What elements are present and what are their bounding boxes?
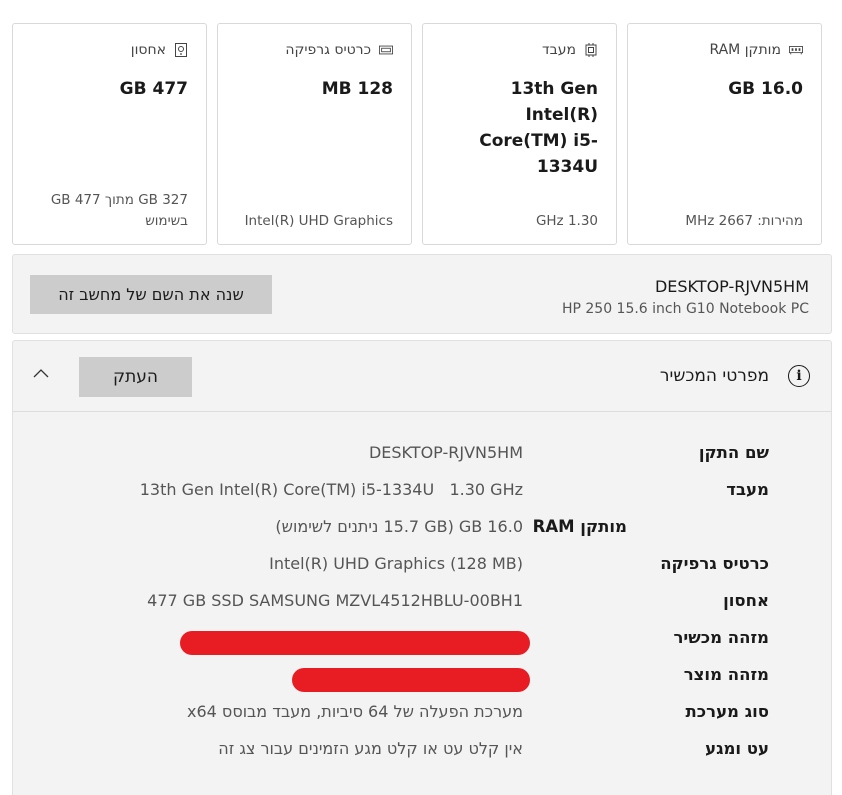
spec-row-processor: מעבד 13th Gen Intel(R) Core(TM) i5-1334U… [13,476,831,506]
card-subtext: 1.30 GHz [535,213,598,229]
device-name-panel: DESKTOP-RJVN5HM HP 250 15.6 inch G10 Not… [12,254,832,334]
ram-icon [789,43,803,57]
spec-label: מעבד [726,480,769,499]
spec-row-pen-touch: עט ומגע אין קלט עט או קלט מגע הזמינים עב… [13,735,831,765]
cpu-icon [584,43,598,57]
spec-value: 13th Gen Intel(R) Core(TM) i5-1334U 1.30… [139,480,523,499]
spec-label: מזהה מכשיר [673,628,769,647]
spec-value: 477 GB SSD SAMSUNG MZVL4512HBLU-00BH1 [147,591,523,610]
spec-label: אחסון [723,591,769,610]
spec-value: DESKTOP-RJVN5HM [368,443,523,462]
card-subtext: מהירות: 2667 MHz [685,213,803,229]
spec-row-ram: מותקן RAM 16.0 GB (15.7 GB ניתנים לשימוש… [13,513,831,543]
chevron-up-icon[interactable] [31,363,51,383]
storage-card: אחסון 477 GB 327 GB מתוך 477 GB בשימוש [12,23,207,245]
specs-header[interactable]: i מפרטי המכשיר העתק [13,341,831,412]
spec-value: Intel(R) UHD Graphics (128 MB) [269,554,523,573]
spec-value: 16.0 GB (15.7 GB ניתנים לשימוש) [275,517,523,536]
spec-label: סוג מערכת [685,702,769,721]
spec-row-storage: אחסון 477 GB SSD SAMSUNG MZVL4512HBLU-00… [13,587,831,617]
spec-label: מותקן RAM [532,517,627,536]
info-icon: i [788,365,810,387]
spec-label: שם התקן [698,443,769,462]
card-subtext: Intel(R) UHD Graphics [244,213,393,229]
device-specs-panel: i מפרטי המכשיר העתק שם התקן DESKTOP-RJVN… [12,340,832,795]
rename-pc-button[interactable]: שנה את השם של מחשב זה [30,275,272,314]
card-title: כרטיס גרפיקה [285,42,371,58]
card-title: מעבד [541,42,576,58]
redaction-mark [292,668,530,692]
spec-row-device-name: שם התקן DESKTOP-RJVN5HM [13,439,831,469]
card-value: 128 MB [321,79,393,99]
gpu-icon [379,43,393,57]
spec-label: כרטיס גרפיקה [660,554,769,573]
gpu-card: כרטיס גרפיקה 128 MB Intel(R) UHD Graphic… [217,23,412,245]
spec-row-system-type: סוג מערכת מערכת הפעלה של 64 סיביות, מעבד… [13,698,831,728]
storage-icon [174,43,188,57]
card-subtext: 327 GB מתוך 477 GB בשימוש [50,192,188,229]
spec-value: אין קלט עט או קלט מגע הזמינים עבור צג זה [218,739,523,758]
spec-row-product-id: מזהה מוצר [13,661,831,692]
card-value: 13th Gen Intel(R) Core(TM) i5-1334U [479,79,598,177]
spec-value: מערכת הפעלה של 64 סיביות, מעבד מבוסס x64 [187,702,523,721]
specs-title: מפרטי המכשיר [659,366,769,386]
copy-button[interactable]: העתק [79,357,192,397]
device-name: DESKTOP-RJVN5HM [654,277,809,296]
redaction-mark [180,631,530,655]
device-model: HP 250 15.6 inch G10 Notebook PC [561,301,809,317]
card-title: אחסון [130,42,166,58]
card-value: 16.0 GB [728,79,803,99]
card-value: 477 GB [119,79,188,99]
spec-label: עט ומגע [705,739,769,758]
cpu-card: מעבד 13th Gen Intel(R) Core(TM) i5-1334U… [422,23,617,245]
spec-label: מזהה מוצר [683,665,769,684]
card-title: מותקן RAM [709,42,781,58]
ram-card: מותקן RAM 16.0 GB מהירות: 2667 MHz [627,23,822,245]
spec-row-device-id: מזהה מכשיר [13,624,831,655]
spec-row-graphics: כרטיס גרפיקה Intel(R) UHD Graphics (128 … [13,550,831,580]
